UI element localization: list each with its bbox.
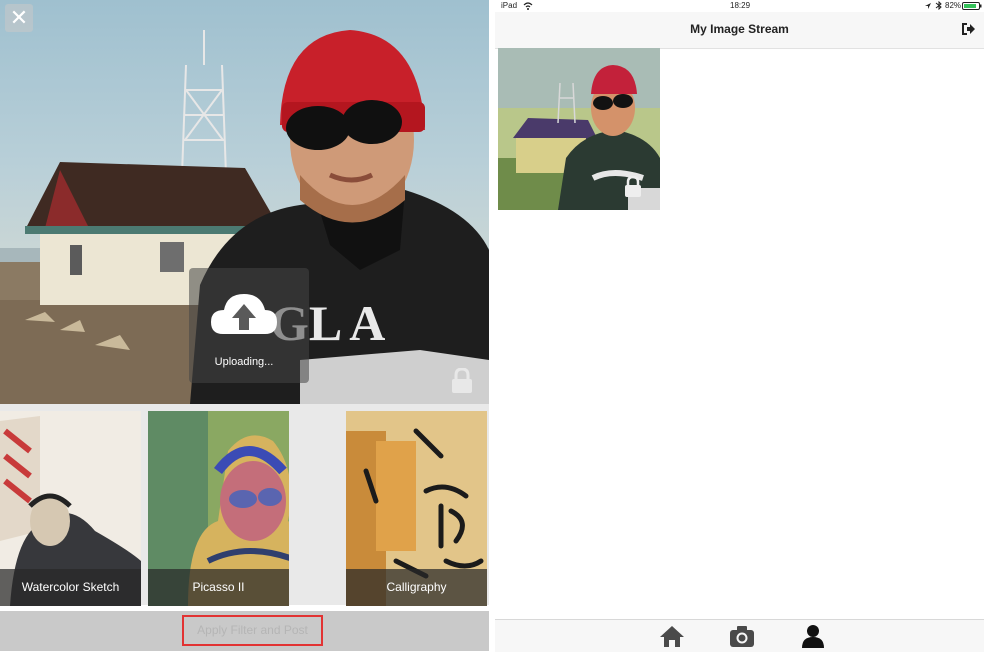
filter-editor-panel: GL A ✕ Uploading... Watercolor Sketch Pi…	[0, 0, 489, 651]
close-button[interactable]: ✕	[5, 4, 33, 32]
selected-photo: GL A ✕ Uploading...	[0, 0, 489, 404]
filter-calligraphy[interactable]: Calligraphy	[346, 411, 487, 606]
wifi-icon	[523, 2, 533, 10]
profile-icon[interactable]	[799, 622, 827, 650]
navigation-bar: My Image Stream	[495, 12, 984, 49]
clock: 18:29	[730, 1, 751, 10]
filter-label: Picasso II	[148, 569, 289, 606]
upload-status: Uploading...	[214, 356, 274, 368]
lock-icon	[452, 368, 472, 393]
status-bar: iPad 18:29 82%	[495, 0, 984, 12]
apply-filter-and-post-button[interactable]: Apply Filter and Post	[182, 615, 323, 646]
stream-thumbnail[interactable]	[498, 48, 660, 210]
location-icon	[925, 3, 931, 9]
device-name: iPad	[501, 1, 518, 10]
upload-overlay: Uploading...	[189, 268, 309, 383]
home-icon[interactable]	[658, 622, 686, 650]
logout-icon[interactable]	[960, 22, 976, 36]
lock-icon	[625, 176, 641, 197]
filter-label: Watercolor Sketch	[0, 569, 141, 606]
filter-picasso-ii[interactable]: Picasso II	[148, 411, 289, 606]
battery-icon	[962, 2, 982, 10]
cloud-upload-icon	[211, 294, 277, 334]
filter-label: Calligraphy	[346, 569, 487, 606]
filter-watercolor-sketch[interactable]: Watercolor Sketch	[0, 411, 141, 606]
camera-icon[interactable]	[728, 622, 756, 650]
page-title: My Image Stream	[690, 22, 789, 36]
battery-percent: 82%	[945, 1, 962, 10]
image-stream-panel: iPad 18:29 82% My Image Stream	[489, 0, 984, 652]
apply-bar: Apply Filter and Post	[0, 611, 489, 651]
bluetooth-icon	[935, 1, 942, 10]
filter-strip: Watercolor Sketch Picasso II Calligraphy	[0, 404, 489, 606]
tab-bar	[495, 619, 984, 652]
